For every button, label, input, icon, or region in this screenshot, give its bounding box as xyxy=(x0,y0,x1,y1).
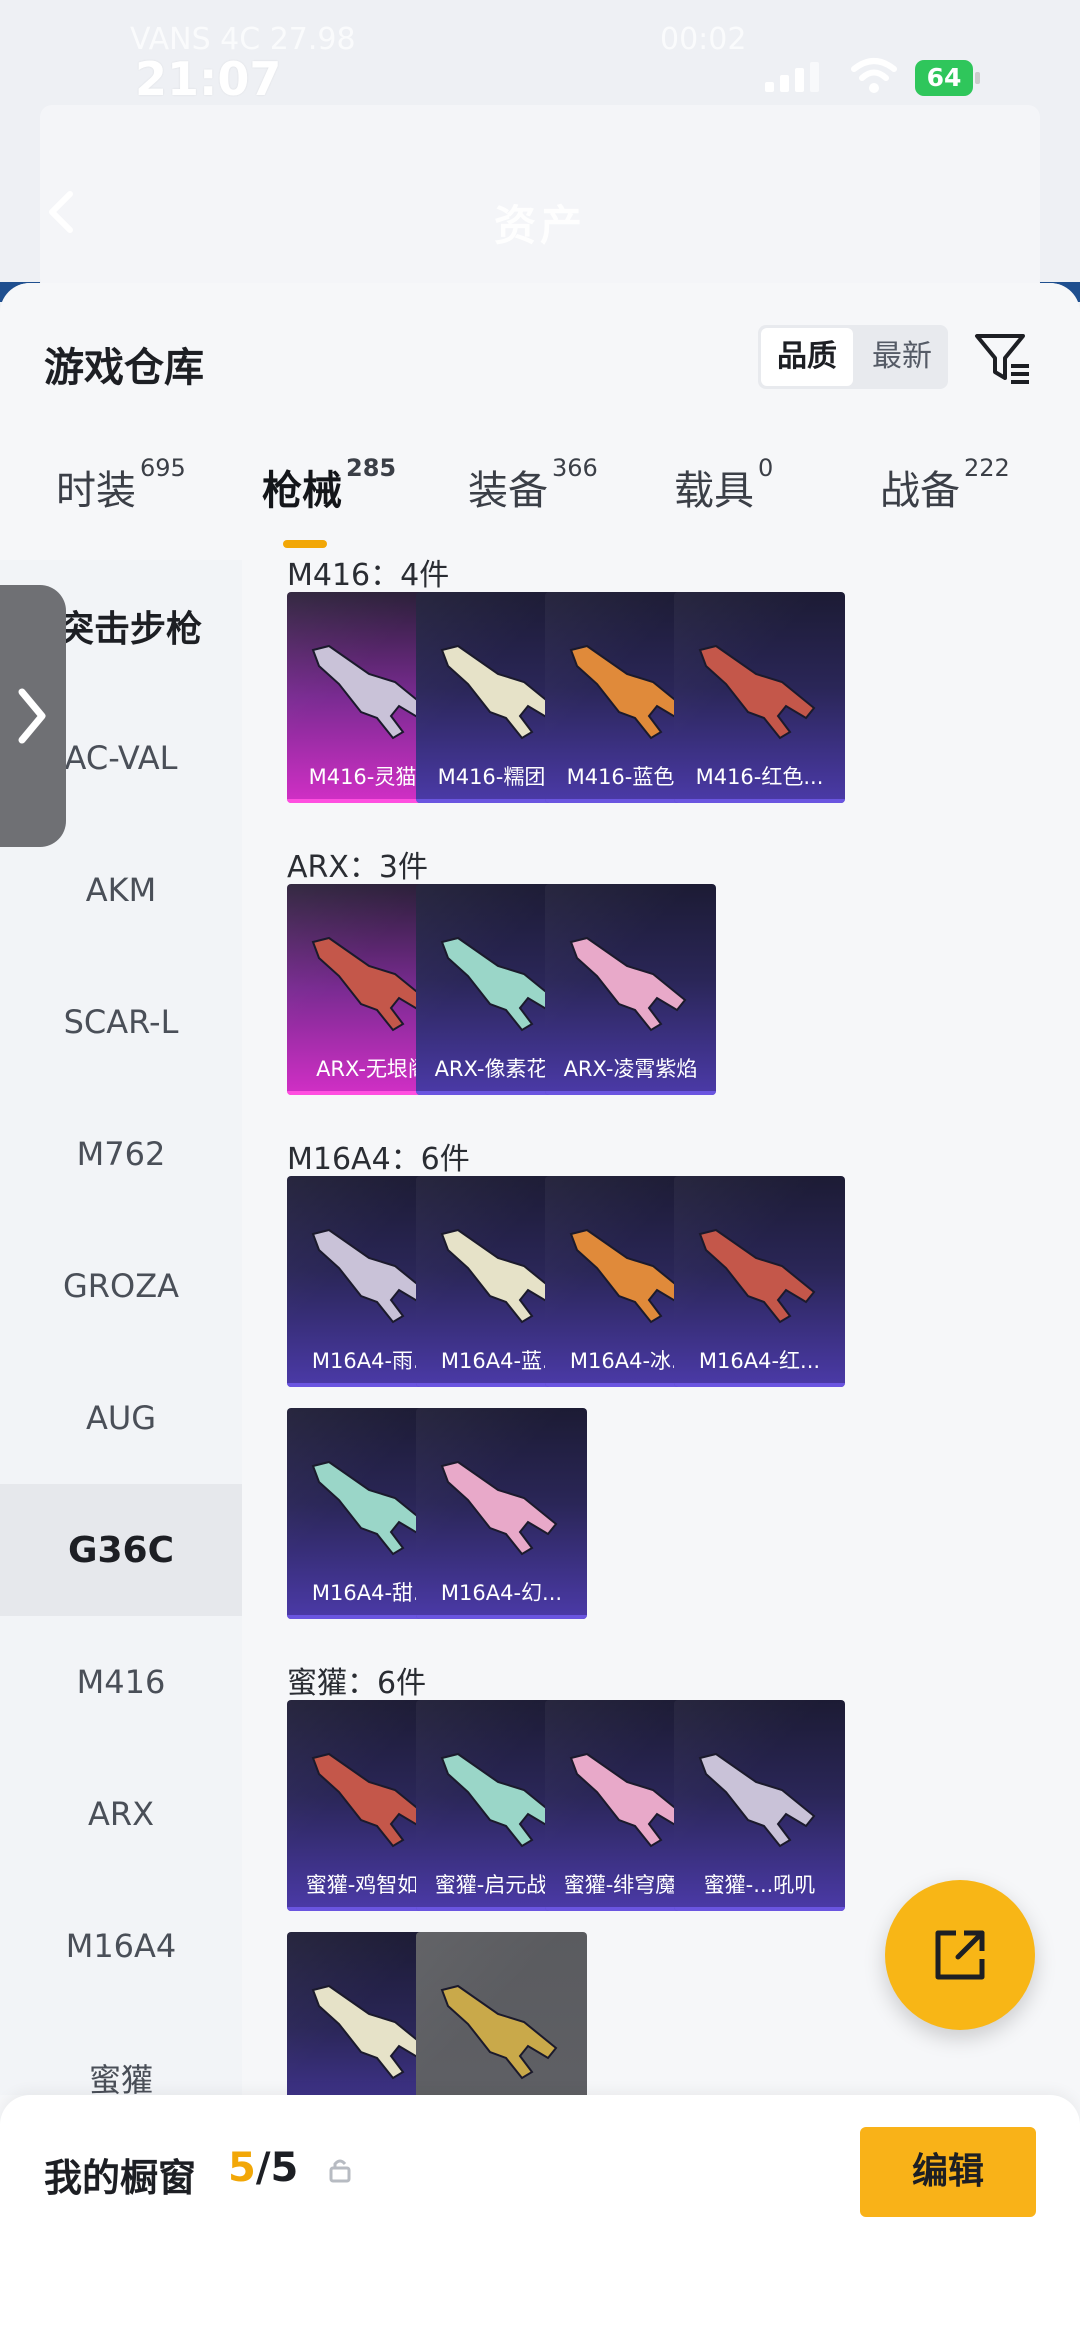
tab-count: 222 xyxy=(964,454,1010,482)
weapon-card[interactable]: M16A4-红... xyxy=(674,1176,845,1387)
group-title: M416：4件 xyxy=(287,558,450,593)
status-time: 21:07 xyxy=(135,52,282,106)
weapon-skin-image xyxy=(440,1460,558,1556)
weapon-card-name: M16A4-幻... xyxy=(440,1581,563,1605)
weapon-card[interactable]: ARX-凌霄紫焰 xyxy=(545,884,716,1095)
status-bar: VANS 4C 27.98 00:02 21:07 64 xyxy=(0,0,1080,120)
share-button[interactable] xyxy=(885,1880,1035,2030)
sidebar-item-g36c[interactable]: G36C xyxy=(0,1484,242,1616)
share-icon xyxy=(935,1930,985,1980)
showcase-label: 我的橱窗 xyxy=(44,2156,197,2200)
showcase-bar: 我的橱窗 5/5 编辑 xyxy=(0,2095,1080,2341)
weapon-skin-image xyxy=(698,1228,816,1324)
weapon-card[interactable]: M16A4-幻... xyxy=(416,1408,587,1619)
wifi-icon xyxy=(851,58,897,93)
weapon-card-name: ARX-凌霄紫焰 xyxy=(563,1057,698,1081)
signal-icon xyxy=(765,62,819,92)
sidebar-item-aug[interactable]: AUG xyxy=(0,1352,242,1484)
expand-chevron-icon xyxy=(18,688,46,744)
sort-by-quality[interactable]: 品质 xyxy=(761,328,853,386)
weapon-card[interactable] xyxy=(416,1932,587,2098)
group-title: ARX：3件 xyxy=(287,850,429,885)
sidebar-item-scar-l[interactable]: SCAR-L xyxy=(0,956,242,1088)
tab-count: 366 xyxy=(552,454,598,482)
sidebar-item-groza[interactable]: GROZA xyxy=(0,1220,242,1352)
tab-guns[interactable]: 枪械 285 xyxy=(262,454,396,516)
weapon-skin-image xyxy=(698,1752,816,1848)
tab-equipment[interactable]: 装备 366 xyxy=(468,454,598,516)
weapon-card-name: M416-红色... xyxy=(695,765,824,789)
active-tab-indicator xyxy=(283,540,327,548)
sidebar-item-m16a4[interactable]: M16A4 xyxy=(0,1880,242,2012)
showcase-count: 5/5 xyxy=(228,2145,298,2191)
weapon-card-name: M16A4-红... xyxy=(698,1349,821,1373)
edit-button[interactable]: 编辑 xyxy=(860,2127,1036,2217)
battery-indicator: 64 xyxy=(915,60,980,96)
group-title: M16A4：6件 xyxy=(287,1142,470,1177)
nav-bar: 资产 xyxy=(0,105,1080,290)
tab-vehicles[interactable]: 载具 0 xyxy=(674,454,773,516)
tab-count: 0 xyxy=(758,454,774,482)
nav-title: 资产 xyxy=(493,201,586,250)
weapon-skin-image xyxy=(569,936,687,1032)
sidebar-item-m416[interactable]: M416 xyxy=(0,1616,242,1748)
page-title: 游戏仓库 xyxy=(44,345,204,391)
sidebar-item-arx[interactable]: ARX xyxy=(0,1748,242,1880)
tab-count: 695 xyxy=(140,454,186,482)
tab-outfits[interactable]: 时装 695 xyxy=(56,454,186,516)
tab-count: 285 xyxy=(346,454,397,482)
sort-toggle: 品质 最新 xyxy=(758,325,948,389)
weapon-skin-image xyxy=(440,1984,558,2080)
sidebar-item-m762[interactable]: M762 xyxy=(0,1088,242,1220)
sort-by-newest[interactable]: 最新 xyxy=(856,325,948,389)
tab-supplies[interactable]: 战备 222 xyxy=(880,454,1010,516)
weapon-skin-image xyxy=(698,644,816,740)
filter-icon[interactable] xyxy=(973,328,1033,388)
category-tabs: 时装 695 枪械 285 装备 366 载具 0 战备 222 xyxy=(0,454,1080,543)
lock-icon xyxy=(329,2159,351,2183)
sheet-header: 游戏仓库 品质 最新 时装 695 枪械 285 装备 366 载具 0 战备 222 xyxy=(0,283,1080,548)
weapon-card[interactable]: M416-红色... xyxy=(674,592,845,803)
showcase-count-total: /5 xyxy=(255,2145,299,2191)
status-ghost-text-right: 00:02 xyxy=(660,22,747,57)
showcase-count-current: 5 xyxy=(228,2145,256,2191)
group-title: 蜜獾：6件 xyxy=(287,1666,427,1701)
sidebar-expand-button[interactable] xyxy=(0,585,66,847)
weapon-grid: M416：4件3级M416-灵猫...M416-糯团...M416-蓝色...M… xyxy=(242,558,1080,2098)
weapon-card-name: 蜜獾-...吼叽 xyxy=(703,1873,816,1897)
weapon-card[interactable]: 蜜獾-...吼叽 xyxy=(674,1700,845,1911)
